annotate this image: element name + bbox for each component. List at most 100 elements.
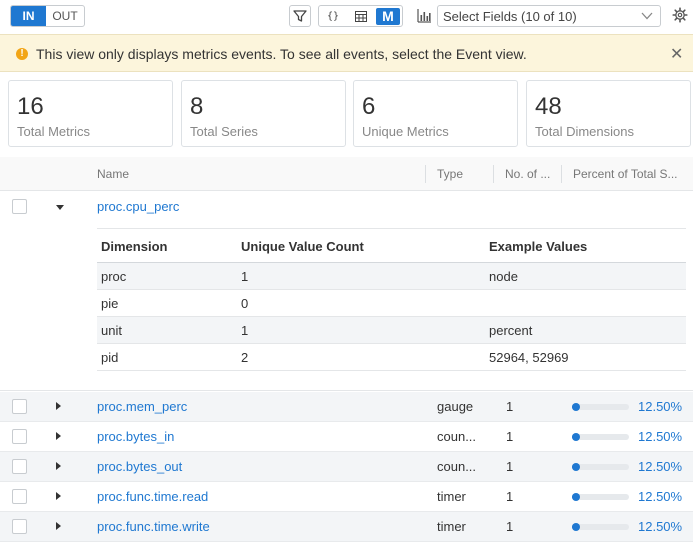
row-checkbox[interactable] [12, 199, 27, 214]
dimension-row: proc 1 node [97, 263, 686, 290]
percent-bar-marker [572, 433, 580, 441]
table-row[interactable]: proc.bytes_in coun... 1 12.50% [0, 422, 693, 452]
json-view-icon: {} [326, 10, 340, 22]
json-view-button[interactable]: {} [319, 6, 347, 26]
dim-column-unique-count: Unique Value Count [241, 239, 364, 254]
metric-percent: 12.50% [638, 429, 683, 444]
percent-bar [572, 493, 629, 501]
table-row[interactable]: proc.func.time.write timer 1 12.50% [0, 512, 693, 542]
column-header-name[interactable]: Name [97, 167, 129, 181]
percent-bar-marker [572, 523, 580, 531]
row-checkbox[interactable] [12, 459, 27, 474]
bar-chart-icon [417, 9, 431, 23]
dimension-examples: percent [489, 323, 533, 338]
metric-percent: 12.50% [638, 489, 683, 504]
dimension-examples: node [489, 269, 518, 284]
stat-value: 48 [535, 93, 562, 120]
dimension-count: 1 [241, 269, 249, 284]
caret-right-icon[interactable] [56, 402, 61, 410]
column-divider[interactable] [493, 165, 494, 183]
stat-card-total-series: 8 Total Series [181, 80, 346, 147]
view-mode-group: {} M [318, 5, 403, 27]
dimension-count: 2 [241, 350, 249, 365]
banner-message: This view only displays metrics events. … [36, 46, 527, 62]
dimension-name: pie [101, 296, 119, 311]
dimension-examples: 52964, 52969 [489, 350, 569, 365]
metric-name-link[interactable]: proc.bytes_out [97, 459, 182, 474]
percent-bar [572, 463, 629, 471]
caret-right-icon[interactable] [56, 462, 61, 470]
column-header-percent[interactable]: Percent of Total S... [573, 167, 678, 181]
metric-name-link[interactable]: proc.bytes_in [97, 429, 174, 444]
in-toggle-button[interactable]: IN [11, 6, 46, 26]
caret-right-icon[interactable] [56, 492, 61, 500]
row-checkbox[interactable] [12, 489, 27, 504]
table-row[interactable]: proc.bytes_out coun... 1 12.50% [0, 452, 693, 482]
metric-name-link[interactable]: proc.func.time.write [97, 519, 210, 534]
warning-icon: ! [16, 48, 28, 60]
percent-bar [572, 403, 629, 411]
table-header: Name Type No. of ... Percent of Total S.… [0, 157, 693, 191]
metric-count: 1 [506, 399, 514, 414]
metric-type: timer [437, 489, 466, 504]
metric-name-link[interactable]: proc.mem_perc [97, 399, 187, 414]
select-fields-label: Select Fields (10 of 10) [443, 9, 577, 24]
metric-percent: 12.50% [638, 519, 683, 534]
close-icon[interactable]: ✕ [670, 44, 683, 64]
percent-bar-marker [572, 403, 580, 411]
metric-percent: 12.50% [638, 459, 683, 474]
row-checkbox[interactable] [12, 519, 27, 534]
percent-bar-marker [572, 463, 580, 471]
caret-right-icon[interactable] [56, 522, 61, 530]
dimension-row: unit 1 percent [97, 317, 686, 344]
info-banner: ! This view only displays metrics events… [0, 34, 693, 72]
dimension-name: unit [101, 323, 122, 338]
stat-label: Total Dimensions [535, 124, 634, 139]
metric-count: 1 [506, 429, 514, 444]
stat-label: Total Metrics [17, 124, 90, 139]
caret-down-icon[interactable] [56, 205, 64, 210]
dimension-table-header: Dimension Unique Value Count Example Val… [97, 228, 686, 263]
dimension-row: pid 2 52964, 52969 [97, 344, 686, 371]
toolbar: IN OUT {} M Select Fields (10 of 10) [0, 0, 693, 33]
stat-card-total-dimensions: 48 Total Dimensions [526, 80, 691, 147]
row-checkbox[interactable] [12, 399, 27, 414]
metric-count: 1 [506, 489, 514, 504]
table-row[interactable]: proc.mem_perc gauge 1 12.50% [0, 392, 693, 422]
metric-type: gauge [437, 399, 474, 414]
percent-bar-marker [572, 493, 580, 501]
metric-name-link[interactable]: proc.cpu_perc [97, 199, 179, 214]
out-toggle-button[interactable]: OUT [46, 6, 84, 26]
table-view-button[interactable] [347, 6, 375, 26]
column-header-count[interactable]: No. of ... [505, 167, 550, 181]
metric-count: 1 [506, 459, 514, 474]
filter-icon [293, 10, 307, 22]
chevron-down-icon [641, 12, 653, 20]
gear-icon[interactable] [672, 7, 688, 23]
stat-value: 6 [362, 93, 376, 120]
metric-count: 1 [506, 519, 514, 534]
metric-percent: 12.50% [638, 399, 683, 414]
row-checkbox[interactable] [12, 429, 27, 444]
metrics-view-button[interactable]: M [376, 7, 400, 25]
percent-bar [572, 433, 629, 441]
stat-label: Unique Metrics [362, 124, 449, 139]
column-divider[interactable] [561, 165, 562, 183]
table-row[interactable]: proc.func.time.read timer 1 12.50% [0, 482, 693, 512]
dim-column-dimension: Dimension [101, 239, 168, 254]
stat-card-unique-metrics: 6 Unique Metrics [353, 80, 518, 147]
table-view-icon [355, 10, 367, 22]
dimension-count: 1 [241, 323, 249, 338]
metric-type: timer [437, 519, 466, 534]
metric-type: coun... [437, 459, 477, 474]
filter-button[interactable] [289, 5, 311, 27]
expanded-row: proc.cpu_perc Dimension Unique Value Cou… [0, 192, 693, 391]
select-fields-dropdown[interactable]: Select Fields (10 of 10) [437, 5, 661, 27]
percent-bar [572, 523, 629, 531]
column-header-type[interactable]: Type [437, 167, 463, 181]
metric-type: coun... [437, 429, 477, 444]
metric-name-link[interactable]: proc.func.time.read [97, 489, 208, 504]
dimension-name: pid [101, 350, 119, 365]
column-divider[interactable] [425, 165, 426, 183]
caret-right-icon[interactable] [56, 432, 61, 440]
